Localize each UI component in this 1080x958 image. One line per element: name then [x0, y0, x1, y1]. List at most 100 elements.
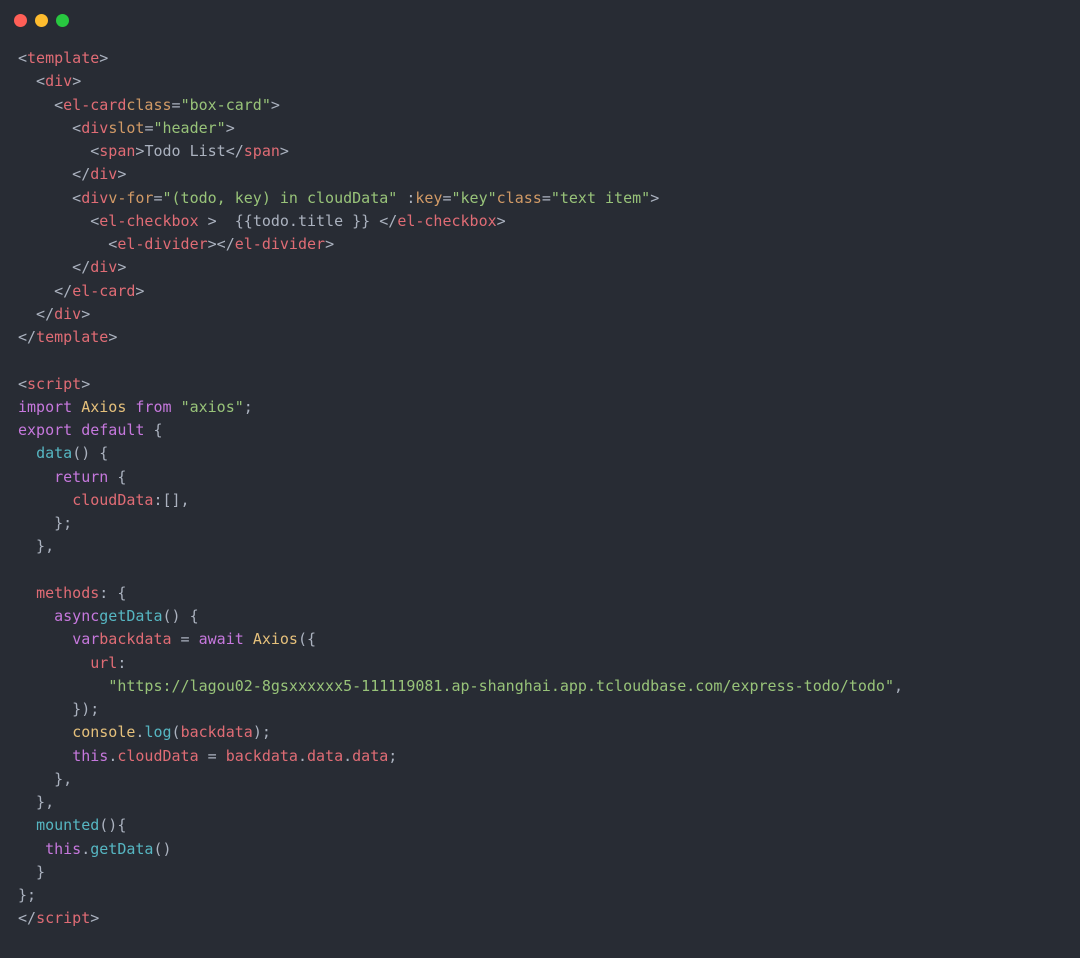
- code-token: [18, 584, 36, 602]
- code-token: "header": [153, 119, 225, 137]
- code-token: default: [81, 421, 144, 439]
- code-token: async: [54, 607, 99, 625]
- code-token: .: [298, 747, 307, 765]
- zoom-icon[interactable]: [56, 14, 69, 27]
- code-line: <span>Todo List</span>: [18, 140, 1062, 163]
- code-token: .: [108, 747, 117, 765]
- code-line: </div>: [18, 163, 1062, 186]
- code-token: });: [18, 700, 99, 718]
- code-line: <el-divider></el-divider>: [18, 233, 1062, 256]
- code-line: mounted(){: [18, 814, 1062, 837]
- code-token: "box-card": [181, 96, 271, 114]
- code-token: >: [117, 165, 126, 183]
- code-token: },: [18, 770, 72, 788]
- code-token: data: [36, 444, 72, 462]
- code-token: [18, 630, 72, 648]
- code-token: el-checkbox: [99, 212, 198, 230]
- code-token: =: [153, 189, 162, 207]
- code-token: </: [18, 305, 54, 323]
- code-line: });: [18, 698, 1062, 721]
- code-token: >: [650, 189, 659, 207]
- code-line: <script>: [18, 373, 1062, 396]
- code-token: Axios: [81, 398, 126, 416]
- code-line: </script>: [18, 907, 1062, 930]
- code-editor[interactable]: <template> <div> <el-cardclass="box-card…: [0, 33, 1080, 945]
- code-token: div: [81, 189, 108, 207]
- code-token: span: [244, 142, 280, 160]
- code-token: :: [117, 654, 126, 672]
- code-token: >: [135, 282, 144, 300]
- code-token: ;: [244, 398, 253, 416]
- code-token: [18, 723, 72, 741]
- code-token: : {: [99, 584, 126, 602]
- code-token: </: [18, 328, 36, 346]
- code-token: await: [199, 630, 244, 648]
- code-token: >: [99, 49, 108, 67]
- code-token: Axios: [253, 630, 298, 648]
- code-token: <: [18, 119, 81, 137]
- code-token: import: [18, 398, 72, 416]
- code-token: el-divider: [117, 235, 207, 253]
- code-token: >: [108, 328, 117, 346]
- close-icon[interactable]: [14, 14, 27, 27]
- code-token: [72, 398, 81, 416]
- code-token: };: [18, 886, 36, 904]
- code-token: </: [18, 165, 90, 183]
- code-token: backdata: [99, 630, 171, 648]
- code-token: template: [27, 49, 99, 67]
- code-token: ;: [388, 747, 397, 765]
- code-token: </: [226, 142, 244, 160]
- code-token: },: [18, 793, 54, 811]
- code-token: >: [90, 909, 99, 927]
- code-token: [172, 398, 181, 416]
- code-token: {: [108, 468, 126, 486]
- code-token: ,: [894, 677, 903, 695]
- code-line: <div>: [18, 70, 1062, 93]
- code-line: };: [18, 512, 1062, 535]
- code-token: class: [497, 189, 542, 207]
- code-line: };: [18, 884, 1062, 907]
- code-token: cloudData: [117, 747, 198, 765]
- code-token: return: [54, 468, 108, 486]
- code-token: ></: [208, 235, 235, 253]
- code-token: "(todo, key) in cloudData": [163, 189, 398, 207]
- code-token: </: [18, 909, 36, 927]
- code-line: </div>: [18, 256, 1062, 279]
- code-token: }} </: [343, 212, 397, 230]
- code-token: data: [307, 747, 343, 765]
- code-token: {: [144, 421, 162, 439]
- code-token: [18, 654, 90, 672]
- code-line: </el-card>: [18, 280, 1062, 303]
- code-token: =: [542, 189, 551, 207]
- code-line: export default {: [18, 419, 1062, 442]
- minimize-icon[interactable]: [35, 14, 48, 27]
- code-token: </: [18, 282, 72, 300]
- code-line: <el-cardclass="box-card">: [18, 94, 1062, 117]
- code-line: asyncgetData() {: [18, 605, 1062, 628]
- code-token: backdata: [226, 747, 298, 765]
- code-token: mounted: [36, 816, 99, 834]
- code-token: log: [144, 723, 171, 741]
- code-token: script: [27, 375, 81, 393]
- code-token: >: [226, 119, 235, 137]
- code-token: v-for: [108, 189, 153, 207]
- code-line: [18, 559, 1062, 582]
- code-token: "text item": [551, 189, 650, 207]
- code-token: "key": [452, 189, 497, 207]
- code-token: :: [397, 189, 415, 207]
- code-token: =: [172, 96, 181, 114]
- code-token: this: [45, 840, 81, 858]
- code-token: "axios": [181, 398, 244, 416]
- code-token: };: [18, 514, 72, 532]
- code-token: >: [72, 72, 81, 90]
- code-token: cloudData: [72, 491, 153, 509]
- code-line: [18, 349, 1062, 372]
- code-token: div: [54, 305, 81, 323]
- code-token: [18, 677, 108, 695]
- code-token: </: [18, 258, 90, 276]
- code-line: },: [18, 791, 1062, 814]
- code-token: getData: [99, 607, 162, 625]
- code-line: }: [18, 861, 1062, 884]
- code-token: div: [45, 72, 72, 90]
- code-token: =: [442, 189, 451, 207]
